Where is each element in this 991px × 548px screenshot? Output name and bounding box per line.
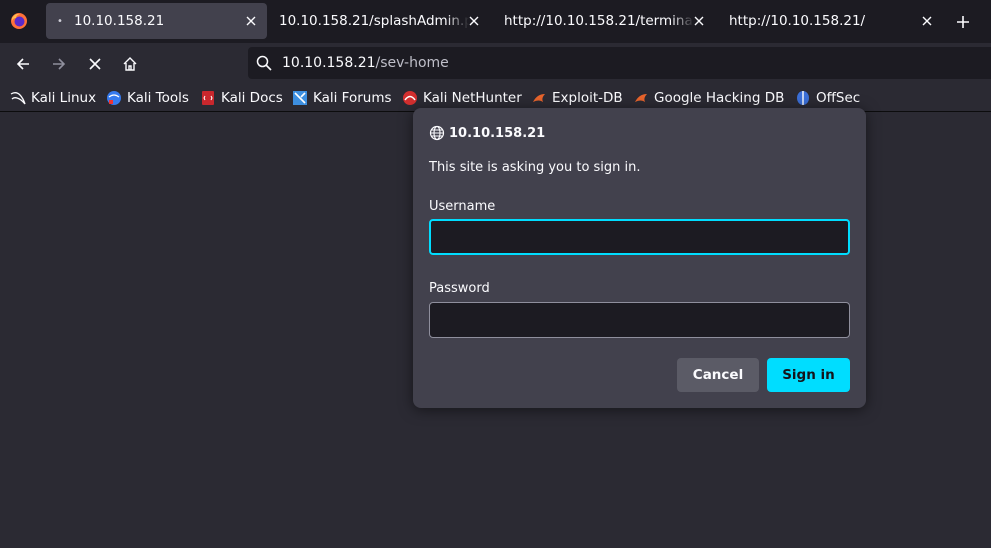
kali-forums-icon: [292, 90, 308, 106]
back-arrow-icon[interactable]: [10, 51, 36, 77]
kali-dragon-icon: [10, 90, 26, 106]
bookmark-kali-docs[interactable]: Kali Docs: [200, 88, 283, 108]
bookmark-offsec[interactable]: OffSec: [795, 88, 860, 108]
password-label: Password: [429, 281, 490, 296]
dialog-header: 10.10.158.21: [429, 124, 545, 142]
tab-loading-icon: •: [57, 15, 63, 27]
nav-bar: 10.10.158.21/sev-home: [0, 43, 991, 83]
bookmark-label: Kali Forums: [313, 90, 392, 106]
forward-arrow-icon[interactable]: [46, 51, 72, 77]
tab-title: http://10.10.158.21/terminal: [504, 13, 694, 29]
password-field[interactable]: [429, 302, 850, 338]
ghdb-icon: [633, 90, 649, 106]
sign-in-button[interactable]: Sign in: [767, 358, 850, 392]
dialog-message: This site is asking you to sign in.: [429, 160, 641, 175]
close-icon[interactable]: [691, 13, 707, 29]
tab-title: http://10.10.158.21/: [729, 13, 866, 29]
tab-title: 10.10.158.21: [74, 13, 165, 29]
bookmark-label: Kali Linux: [31, 90, 97, 106]
exploit-db-icon: [531, 90, 547, 106]
url-host: 10.10.158.21: [282, 55, 376, 71]
tab-1[interactable]: • 10.10.158.21: [46, 3, 267, 39]
close-icon[interactable]: [919, 13, 935, 29]
auth-dialog: 10.10.158.21 This site is asking you to …: [413, 108, 866, 408]
bookmark-google-hacking-db[interactable]: Google Hacking DB: [633, 88, 784, 108]
bookmark-label: Google Hacking DB: [654, 90, 785, 106]
bookmark-kali-tools[interactable]: Kali Tools: [106, 88, 189, 108]
new-tab-plus-icon[interactable]: [951, 10, 975, 34]
bookmark-label: Kali NetHunter: [423, 90, 522, 106]
username-label: Username: [429, 199, 496, 214]
firefox-logo-icon[interactable]: [8, 10, 30, 32]
tab-4[interactable]: http://10.10.158.21/: [721, 3, 943, 39]
kali-docs-icon: [200, 90, 216, 106]
bookmark-label: Kali Tools: [127, 90, 189, 106]
stop-loading-icon[interactable]: [82, 51, 108, 77]
home-icon[interactable]: [117, 51, 143, 77]
tab-bar: • 10.10.158.21 10.10.158.21/splashAdmin.…: [0, 0, 991, 43]
tab-3[interactable]: http://10.10.158.21/terminal: [496, 3, 715, 39]
bookmark-label: Kali Docs: [221, 90, 283, 106]
kali-tools-icon: [106, 90, 122, 106]
offsec-icon: [795, 90, 811, 106]
dialog-host: 10.10.158.21: [449, 125, 546, 141]
nethunter-icon: [402, 90, 418, 106]
bookmark-kali-forums[interactable]: Kali Forums: [292, 88, 392, 108]
bookmark-exploit-db[interactable]: Exploit-DB: [531, 88, 623, 108]
bookmark-label: OffSec: [816, 90, 861, 106]
globe-icon: [429, 125, 445, 141]
close-icon[interactable]: [466, 13, 482, 29]
url-path: /sev-home: [375, 55, 449, 71]
close-icon[interactable]: [243, 13, 259, 29]
search-icon: [256, 55, 272, 71]
cancel-button[interactable]: Cancel: [677, 358, 759, 392]
username-field[interactable]: [429, 219, 850, 255]
bookmark-label: Exploit-DB: [552, 90, 623, 106]
url-bar[interactable]: 10.10.158.21/sev-home: [248, 47, 991, 79]
tab-title: 10.10.158.21/splashAdmin.php: [279, 13, 469, 29]
bookmark-kali-linux[interactable]: Kali Linux: [10, 88, 96, 108]
bookmark-kali-nethunter[interactable]: Kali NetHunter: [402, 88, 522, 108]
tab-2[interactable]: 10.10.158.21/splashAdmin.php: [271, 3, 490, 39]
